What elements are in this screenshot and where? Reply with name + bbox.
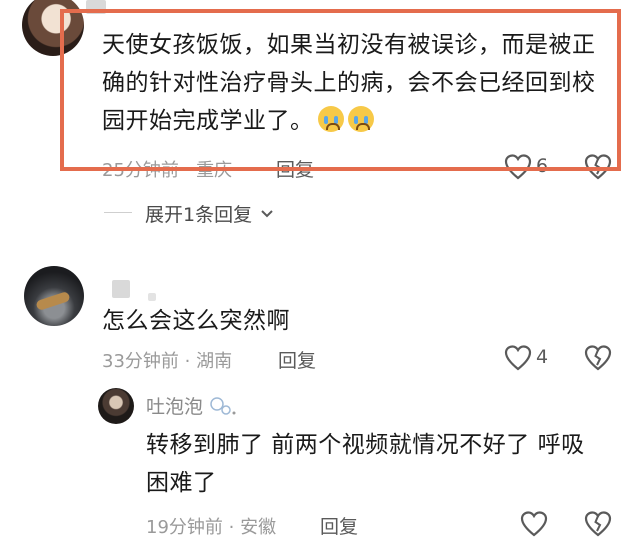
chevron-down-icon [261,210,273,218]
comment-timestamp: 33分钟前 · 湖南 [102,351,233,372]
reply-username[interactable]: 吐泡泡 [146,392,237,419]
reply-username-label: 吐泡泡 [146,396,204,418]
broken-heart-icon[interactable] [584,345,612,371]
reply-button[interactable]: 回复 [320,512,358,539]
reply-button[interactable]: 回复 [278,346,316,373]
reply-text: 转移到肺了 前两个视频就情况不好了 呼吸 困难了 [146,426,585,502]
like-count: 4 [536,346,549,368]
highlight-frame [60,9,621,171]
username-redacted [148,293,156,301]
avatar[interactable] [98,388,134,424]
comment-text: 怎么会这么突然啊 [102,308,290,334]
expand-replies-button[interactable]: 展开1条回复 [145,200,274,227]
bubbles-icon [210,397,236,415]
heart-icon[interactable] [504,345,532,371]
broken-heart-icon[interactable] [584,511,612,537]
username-redacted [112,280,130,298]
expand-replies-label: 展开1条回复 [145,204,253,226]
reply-text-line: 困难了 [146,470,217,496]
avatar[interactable] [24,266,84,326]
reply-text-line: 转移到肺了 前两个视频就情况不好了 呼吸 [146,432,585,458]
reply-timestamp: 19分钟前 · 安徽 [146,517,277,538]
heart-icon[interactable] [520,511,548,537]
divider [104,212,132,213]
